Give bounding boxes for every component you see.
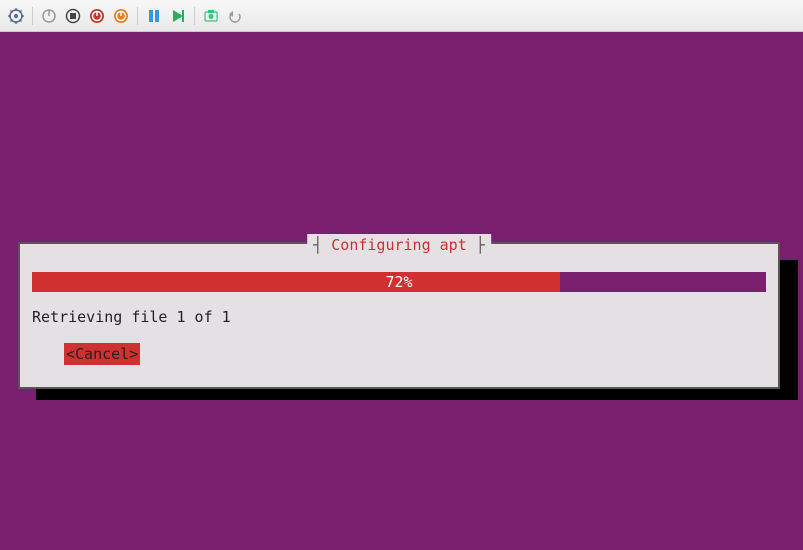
configure-apt-dialog: ┤ Configuring apt ├ 72% Retrieving file …: [18, 242, 780, 389]
separator: [32, 7, 33, 25]
console-background: ┤ Configuring apt ├ 72% Retrieving file …: [0, 32, 803, 550]
status-text: Retrieving file 1 of 1: [32, 306, 766, 329]
separator: [194, 7, 195, 25]
play-icon[interactable]: [168, 6, 188, 26]
dialog-title: ┤ Configuring apt ├: [307, 234, 491, 257]
cancel-button[interactable]: <Cancel>: [64, 343, 140, 366]
dialog-title-text: Configuring apt: [331, 236, 466, 254]
progress-bar: 72%: [32, 272, 766, 292]
settings-icon[interactable]: [6, 6, 26, 26]
power-icon[interactable]: [39, 6, 59, 26]
title-decoration-left: ┤: [313, 236, 331, 254]
snapshot-icon[interactable]: [201, 6, 221, 26]
reset-icon[interactable]: [87, 6, 107, 26]
shutdown-icon[interactable]: [111, 6, 131, 26]
title-decoration-right: ├: [467, 236, 485, 254]
separator: [137, 7, 138, 25]
vm-toolbar: [0, 0, 803, 32]
stop-icon[interactable]: [63, 6, 83, 26]
progress-percent-label: 72%: [32, 272, 766, 292]
dialog-container: ┤ Configuring apt ├ 72% Retrieving file …: [18, 242, 780, 389]
pause-icon[interactable]: [144, 6, 164, 26]
undo-icon[interactable]: [225, 6, 245, 26]
